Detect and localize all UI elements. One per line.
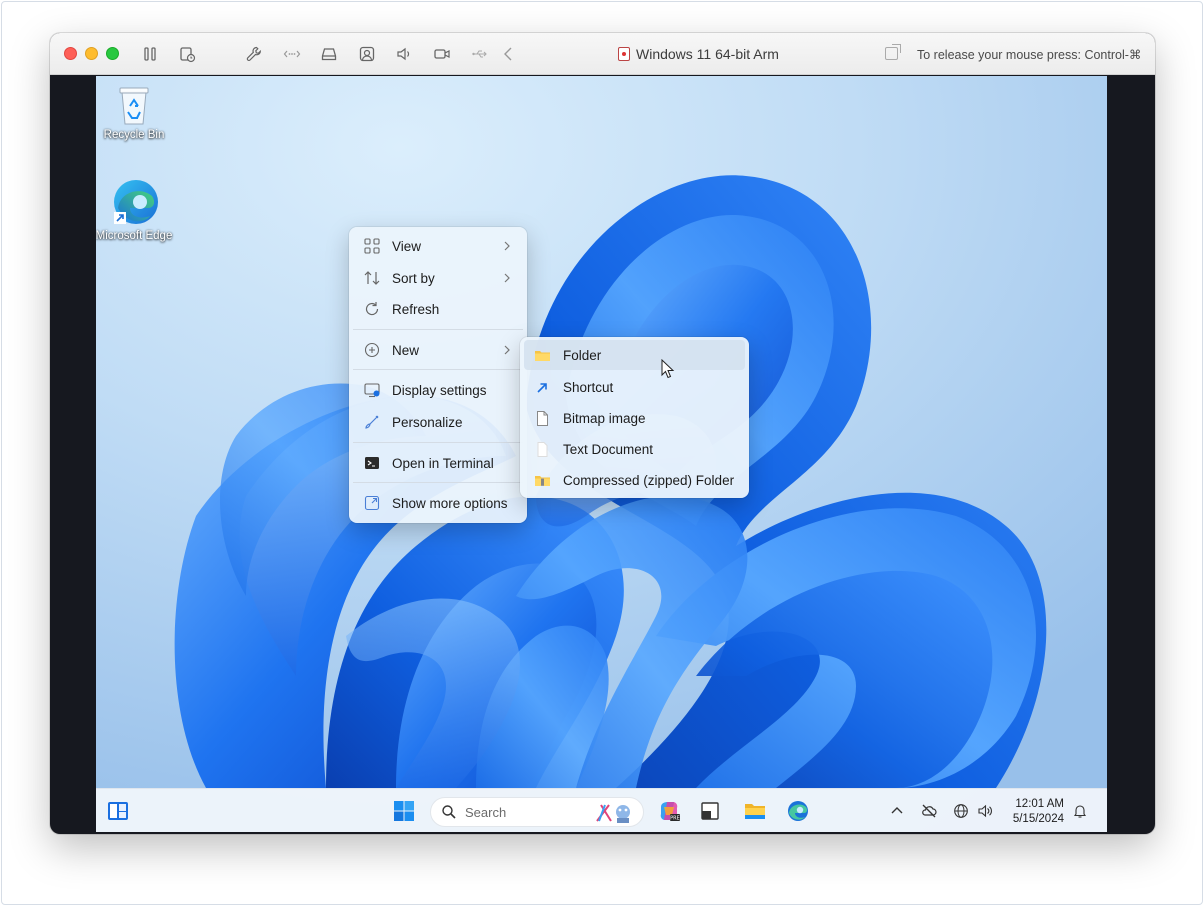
chevron-right-icon (504, 273, 510, 283)
file-explorer-icon[interactable] (743, 799, 767, 823)
desktop-icon-recycle-bin[interactable]: Recycle Bin (96, 82, 174, 142)
menu-separator (353, 329, 523, 330)
pause-icon[interactable] (141, 45, 159, 63)
shortcut-arrow-icon (534, 379, 551, 396)
search-icon (442, 805, 456, 819)
submenu-item-label: Shortcut (563, 379, 614, 395)
snapshot-icon[interactable] (178, 45, 196, 63)
task-view-icon[interactable] (698, 799, 722, 823)
menu-item-label: Sort by (392, 270, 435, 286)
submenu-item-label: Folder (563, 347, 602, 363)
search-highlight-art-icon (596, 804, 630, 823)
menu-item-label: Refresh (392, 301, 440, 317)
network-icon[interactable] (283, 45, 301, 63)
menu-item-personalize[interactable]: Personalize (353, 407, 523, 437)
disk-icon[interactable] (320, 45, 338, 63)
usb-icon[interactable] (471, 45, 489, 63)
copilot-icon[interactable]: PRE (657, 799, 681, 823)
folder-icon (534, 347, 551, 364)
clock-time: 12:01 AM (1015, 798, 1064, 810)
submenu-item-text-document[interactable]: Text Document (524, 434, 745, 464)
taskbar-clock[interactable]: 12:01 AM 5/15/2024 (1002, 797, 1064, 827)
desktop-context-menu: View Sort by Refresh New Display setting… (349, 227, 527, 523)
video-camera-icon[interactable] (433, 45, 451, 63)
clock-date: 5/15/2024 (1012, 813, 1064, 825)
menu-item-label: Display settings (392, 382, 487, 398)
grid-view-icon (363, 237, 381, 255)
guest-screen[interactable]: Recycle Bin Microsoft Edge View Sort by … (96, 76, 1107, 832)
menu-separator (353, 482, 523, 483)
recycle-bin-icon (119, 87, 149, 125)
menu-item-sort-by[interactable]: Sort by (353, 263, 523, 293)
text-document-icon (534, 441, 551, 458)
terminal-icon (363, 454, 381, 472)
close-button[interactable] (64, 47, 77, 60)
chevron-up-icon[interactable] (889, 803, 905, 819)
chevron-right-icon (504, 345, 510, 355)
menu-item-label: Show more options (392, 495, 508, 511)
search-placeholder: Search (465, 804, 507, 820)
edge-icon (114, 180, 158, 224)
edge-icon[interactable] (786, 799, 810, 823)
sort-icon (363, 269, 381, 287)
menu-item-label: Personalize (392, 414, 463, 430)
vm-titlebar: Windows 11 64-bit Arm To release your mo… (50, 33, 1155, 75)
submenu-item-label: Compressed (zipped) Folder (563, 472, 735, 488)
submenu-item-label: Bitmap image (563, 410, 646, 426)
start-icon[interactable] (392, 799, 416, 823)
brush-icon (363, 413, 381, 431)
taskbar-search-box[interactable]: Search (430, 797, 644, 827)
bell-icon[interactable] (1072, 803, 1088, 819)
display-icon (363, 381, 381, 399)
menu-separator (353, 369, 523, 370)
back-chevron-icon[interactable] (500, 45, 518, 63)
widgets-icon[interactable] (106, 799, 130, 823)
submenu-item-compressed-folder[interactable]: Compressed (zipped) Folder (524, 465, 745, 495)
menu-item-view[interactable]: View (353, 231, 523, 261)
window-mode-icon[interactable] (885, 44, 901, 60)
expand-icon (363, 494, 381, 512)
sound-icon[interactable] (395, 45, 413, 63)
submenu-item-bitmap-image[interactable]: Bitmap image (524, 403, 745, 433)
mouse-cursor-icon (661, 359, 675, 379)
zip-folder-icon (534, 472, 551, 489)
volume-icon[interactable] (977, 803, 993, 819)
vm-window: Windows 11 64-bit Arm To release your mo… (50, 33, 1155, 834)
new-submenu: Folder Shortcut Bitmap image Text Docume… (520, 337, 749, 498)
camera-sharing-icon[interactable] (358, 45, 376, 63)
desktop-icon-label: Microsoft Edge (96, 230, 173, 242)
zoom-button[interactable] (106, 47, 119, 60)
submenu-item-label: Text Document (563, 441, 654, 457)
release-mouse-hint: To release your mouse press: Control-⌘ (917, 48, 1142, 62)
menu-item-label: New (392, 342, 420, 358)
refresh-icon (363, 300, 381, 318)
globe-icon[interactable] (953, 803, 969, 819)
svg-text:PRE: PRE (670, 816, 680, 822)
minimize-button[interactable] (85, 47, 98, 60)
menu-item-show-more-options[interactable]: Show more options (353, 488, 523, 518)
chevron-right-icon (504, 241, 510, 251)
menu-item-label: View (392, 238, 422, 254)
desktop-icon-label: Recycle Bin (103, 129, 165, 141)
menu-item-new[interactable]: New (353, 335, 523, 365)
settings-wrench-icon[interactable] (245, 45, 263, 63)
vm-title-text: Windows 11 64-bit Arm (636, 46, 779, 62)
vm-title: Windows 11 64-bit Arm (618, 46, 779, 62)
menu-separator (353, 442, 523, 443)
parallels-app-icon (618, 47, 630, 61)
submenu-item-shortcut[interactable]: Shortcut (524, 372, 745, 402)
file-icon (534, 410, 551, 427)
cloud-off-icon[interactable] (921, 803, 937, 819)
submenu-item-folder[interactable]: Folder (524, 340, 745, 370)
menu-item-open-in-terminal[interactable]: Open in Terminal (353, 448, 523, 478)
plus-circle-icon (363, 341, 381, 359)
menu-item-refresh[interactable]: Refresh (353, 294, 523, 324)
menu-item-label: Open in Terminal (392, 455, 494, 471)
desktop-icon-edge[interactable]: Microsoft Edge (96, 178, 174, 243)
taskbar: Search PRE 12:01 AM 5/15/2024 (96, 788, 1107, 832)
menu-item-display-settings[interactable]: Display settings (353, 375, 523, 405)
